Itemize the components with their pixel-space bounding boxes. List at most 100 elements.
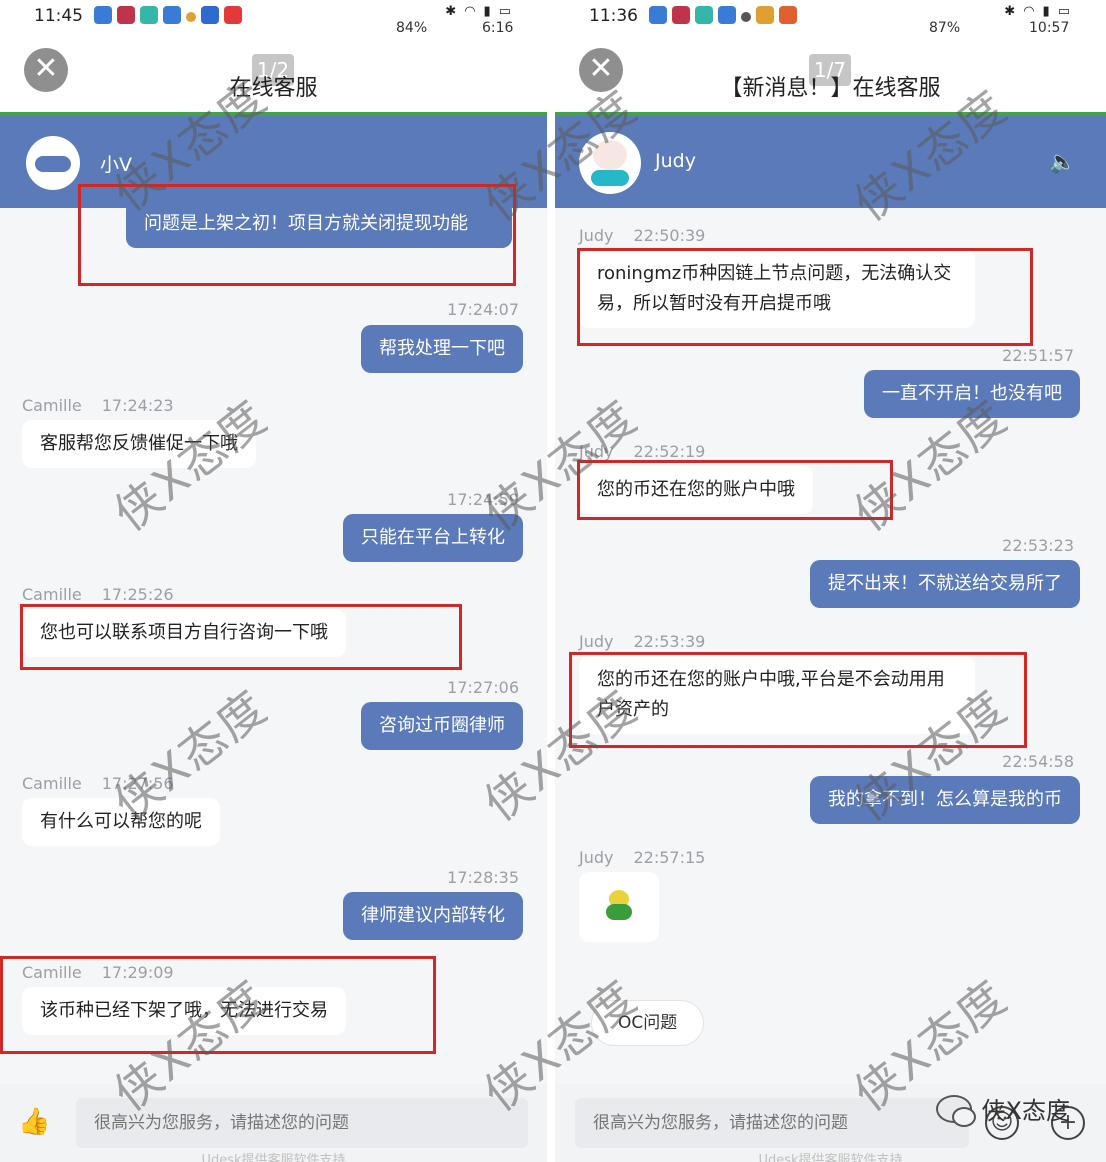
- agent-avatar-icon: [579, 132, 641, 194]
- wechat-icon: [935, 1094, 976, 1127]
- notification-icons: [94, 6, 242, 24]
- message-bubble: 问题是上架之初！项目方就关闭提现功能: [126, 200, 512, 248]
- emoji-bubble: [579, 872, 659, 942]
- message-meta: Camille 17:25:26: [22, 585, 174, 604]
- app-icon: [672, 6, 690, 24]
- sender-name: Judy: [579, 226, 614, 245]
- thumbs-up-icon[interactable]: 👍: [18, 1106, 50, 1138]
- message-time: 17:29:09: [101, 963, 174, 982]
- bluetooth-icon: ✱: [1004, 4, 1016, 19]
- right-chat-screen: 11:36 ✱ ◠ ▮ ▭ 87% 10:57 ✕ 1/7 【新消息！】在线客服…: [555, 0, 1106, 1162]
- message-time: 22:51:57: [1002, 346, 1074, 365]
- app-icon: [186, 12, 196, 22]
- battery-icon: ▭: [498, 4, 511, 19]
- screenshot-composite: 11:45 ✱ ◠ ▮ ▭ 84% 6:16 ✕ 1/2 在线客服 小V 问题是…: [0, 0, 1106, 1162]
- app-icon: [649, 6, 667, 24]
- message-list[interactable]: 问题是上架之初！项目方就关闭提现功能 17:24:07 帮我处理一下吧 Cami…: [0, 184, 547, 1084]
- title-bar: ✕ 1/2 在线客服: [0, 44, 547, 116]
- message-meta: Judy 22:53:39: [579, 632, 705, 651]
- status-bar: 11:36 ✱ ◠ ▮ ▭ 87% 10:57: [555, 0, 1106, 44]
- signal-icon: ▮: [483, 4, 491, 19]
- app-icon: [741, 12, 751, 22]
- message-bubble: roningmz币种因链上节点问题，无法确认交易，所以暂时没有开启提币哦: [579, 250, 975, 328]
- status-bar: 11:45 ✱ ◠ ▮ ▭ 84% 6:16: [0, 0, 547, 44]
- message-time: 22:53:39: [633, 632, 706, 651]
- page-title: 在线客服: [229, 76, 318, 101]
- message-meta: Camille 17:29:09: [22, 963, 174, 982]
- app-icon: [695, 6, 713, 24]
- bluetooth-icon: ✱: [445, 4, 457, 19]
- message-time: 17:27:06: [447, 678, 519, 697]
- message-bubble: 您的币还在您的账户中哦: [579, 466, 813, 514]
- sender-name: Judy: [579, 848, 614, 867]
- message-bubble: 您的币还在您的账户中哦,平台是不会动用用户资产的: [579, 656, 975, 734]
- speaker-icon[interactable]: 🔈: [1049, 150, 1076, 175]
- sender-name: Camille: [22, 396, 82, 415]
- sender-name: Judy: [579, 632, 614, 651]
- message-list[interactable]: Judy 22:50:39 roningmz币种因链上节点问题，无法确认交易，所以…: [555, 208, 1106, 1084]
- message-time: 17:24:59: [447, 490, 519, 509]
- message-time: 17:27:56: [101, 774, 174, 793]
- agent-header: 小V: [0, 116, 547, 208]
- message-meta: Judy 22:52:19: [579, 442, 705, 461]
- message-time: 22:50:39: [633, 226, 706, 245]
- message-bubble: 客服帮您反馈催促一下哦: [22, 420, 256, 468]
- message-bubble: 一直不开启！也没有吧: [864, 370, 1080, 418]
- message-time: 22:57:15: [633, 848, 706, 867]
- app-icon: [779, 6, 797, 24]
- status-clock: 10:57: [1029, 20, 1070, 36]
- message-time: 22:52:19: [633, 442, 706, 461]
- message-time: 22:54:58: [1002, 752, 1074, 771]
- app-icon: [94, 6, 112, 24]
- sender-name: Camille: [22, 585, 82, 604]
- footer-note: Udesk提供客服软件支持: [201, 1153, 346, 1162]
- message-meta: Judy 22:57:15: [579, 848, 705, 867]
- message-meta: Judy 22:50:39: [579, 226, 705, 245]
- message-bubble: 该币种已经下架了哦，无法进行交易: [22, 987, 346, 1035]
- sender-name: Camille: [22, 963, 82, 982]
- message-input[interactable]: [575, 1098, 969, 1148]
- message-meta: Camille 17:27:56: [22, 774, 174, 793]
- message-bubble: 只能在平台上转化: [343, 514, 523, 562]
- notification-icons: [649, 6, 797, 24]
- quick-reply-button[interactable]: OC问题: [591, 1000, 705, 1046]
- agent-name: Judy: [655, 150, 696, 172]
- signal-icon: ▮: [1042, 4, 1050, 19]
- status-time: 11:45: [34, 6, 83, 26]
- system-indicators: ✱ ◠ ▮ ▭: [445, 4, 511, 19]
- app-icon: [718, 6, 736, 24]
- message-time: 17:28:35: [447, 868, 519, 887]
- message-meta: Camille 17:24:23: [22, 396, 174, 415]
- message-time: 17:24:23: [101, 396, 174, 415]
- message-bubble: 咨询过币圈律师: [361, 702, 523, 750]
- app-icon: [224, 6, 242, 24]
- status-time: 11:36: [589, 6, 638, 26]
- message-bubble: 律师建议内部转化: [343, 892, 523, 940]
- app-icon: [201, 6, 219, 24]
- battery-icon: ▭: [1057, 4, 1070, 19]
- message-bubble: 我的拿不到！怎么算是我的币: [810, 776, 1080, 824]
- title-bar: ✕ 1/7 【新消息！】在线客服: [555, 44, 1106, 116]
- input-bar: 👍 Udesk提供客服软件支持: [0, 1084, 547, 1162]
- app-icon: [117, 6, 135, 24]
- wifi-icon: ◠: [464, 4, 476, 19]
- message-bubble: 有什么可以帮您的呢: [22, 798, 220, 846]
- message-time: 22:53:23: [1002, 536, 1074, 555]
- app-icon: [756, 6, 774, 24]
- agent-header: Judy 🔈: [555, 116, 1106, 208]
- message-bubble: 提不出来！不就送给交易所了: [810, 560, 1080, 608]
- message-time: 17:24:07: [447, 300, 519, 319]
- status-clock: 6:16: [482, 20, 514, 36]
- battery-percent: 84%: [396, 20, 428, 36]
- message-input[interactable]: [76, 1098, 528, 1148]
- battery-percent: 87%: [929, 20, 961, 36]
- sender-name: Camille: [22, 774, 82, 793]
- brand-name: 侠X态度: [981, 1097, 1070, 1125]
- frog-emoji-icon: [606, 890, 632, 920]
- message-time: 17:25:26: [101, 585, 174, 604]
- app-icon: [163, 6, 181, 24]
- brand-mark: 侠X态度: [935, 1091, 1070, 1127]
- left-chat-screen: 11:45 ✱ ◠ ▮ ▭ 84% 6:16 ✕ 1/2 在线客服 小V 问题是…: [0, 0, 547, 1162]
- footer-note: Udesk提供客服软件支持: [758, 1153, 903, 1162]
- system-indicators: ✱ ◠ ▮ ▭: [1004, 4, 1070, 19]
